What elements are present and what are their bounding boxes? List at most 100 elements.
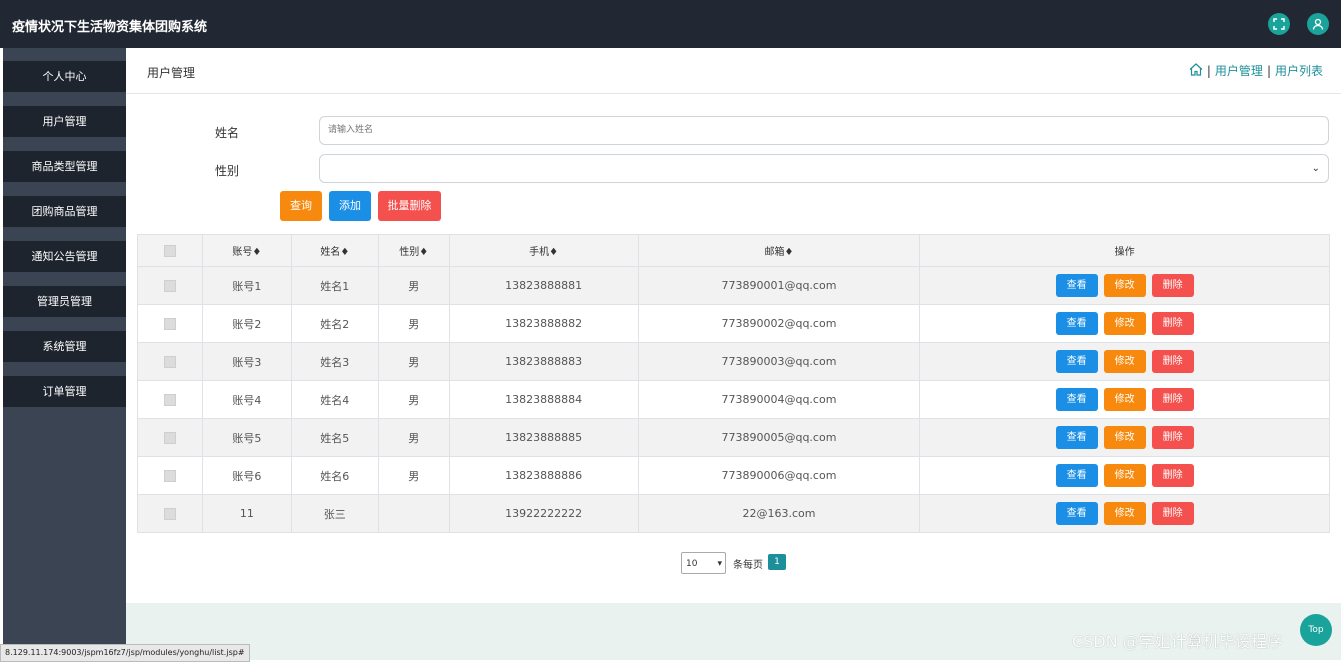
cell-gender: 男 <box>377 342 450 381</box>
view-button[interactable]: 查看 <box>1055 388 1098 411</box>
page-number-current[interactable]: 1 <box>768 554 786 570</box>
cell-phone: 13823888885 <box>448 418 639 457</box>
page-title: 用户管理 <box>147 66 196 80</box>
sidebar-item-system-management[interactable]: 系统管理 <box>3 331 126 362</box>
sort-icon: ♦ <box>549 247 559 258</box>
view-button[interactable]: 查看 <box>1055 502 1098 525</box>
cell-phone: 13823888884 <box>448 380 639 419</box>
view-button[interactable]: 查看 <box>1055 426 1098 449</box>
cell-phone: 13823888886 <box>448 456 639 495</box>
cell-gender: 男 <box>377 456 450 495</box>
header-gender[interactable]: 性别♦ <box>377 234 450 267</box>
fullscreen-icon[interactable] <box>1268 13 1290 35</box>
cell-phone: 13823888882 <box>448 304 639 343</box>
gender-select[interactable]: ⌄ <box>319 154 1329 183</box>
cell-email: 773890004@qq.com <box>637 380 921 419</box>
delete-button[interactable]: 删除 <box>1151 388 1194 411</box>
row-checkbox[interactable] <box>137 266 203 305</box>
cell-gender: 男 <box>377 380 450 419</box>
sidebar-item-order-management[interactable]: 订单管理 <box>3 376 126 407</box>
edit-button[interactable]: 修改 <box>1103 388 1146 411</box>
sidebar-item-admin-management[interactable]: 管理员管理 <box>3 286 126 317</box>
view-button[interactable]: 查看 <box>1055 464 1098 487</box>
table-row: 账号2 姓名2 男 13823888882 773890002@qq.com 查看 修改 删除 <box>137 304 1330 343</box>
sidebar-item-group-product-management[interactable]: 团购商品管理 <box>3 196 126 227</box>
edit-button[interactable]: 修改 <box>1103 274 1146 297</box>
header-account[interactable]: 账号♦ <box>201 234 292 267</box>
cell-actions: 查看 修改 删除 <box>919 418 1330 457</box>
table-header-row: 账号♦ 姓名♦ 性别♦ 手机♦ 邮箱♦ 操作 <box>137 234 1330 267</box>
cell-actions: 查看 修改 删除 <box>919 456 1330 495</box>
table-row: 账号1 姓名1 男 13823888881 773890001@qq.com 查看 修改 删除 <box>137 266 1330 305</box>
row-checkbox[interactable] <box>137 304 203 343</box>
user-icon[interactable] <box>1307 13 1329 35</box>
delete-button[interactable]: 删除 <box>1151 502 1194 525</box>
cell-actions: 查看 修改 删除 <box>919 266 1330 305</box>
row-checkbox[interactable] <box>137 418 203 457</box>
cell-actions: 查看 修改 删除 <box>919 494 1330 533</box>
page-size-select[interactable]: 10 ▾ <box>681 552 726 574</box>
sort-icon: ♦ <box>784 247 794 258</box>
row-checkbox[interactable] <box>137 456 203 495</box>
cell-email: 773890001@qq.com <box>637 266 921 305</box>
table-row: 账号5 姓名5 男 13823888885 773890005@qq.com 查看 修改 删除 <box>137 418 1330 457</box>
view-button[interactable]: 查看 <box>1055 274 1098 297</box>
delete-button[interactable]: 删除 <box>1151 312 1194 335</box>
edit-button[interactable]: 修改 <box>1103 312 1146 335</box>
delete-button[interactable]: 删除 <box>1151 350 1194 373</box>
delete-button[interactable]: 删除 <box>1151 274 1194 297</box>
cell-email: 773890006@qq.com <box>637 456 921 495</box>
cell-account: 11 <box>201 494 292 533</box>
cell-account: 账号3 <box>201 342 292 381</box>
cell-name: 姓名5 <box>290 418 379 457</box>
watermark: CSDN @学姐计算机毕设程序 <box>1072 632 1283 651</box>
table-row: 11 张三 13922222222 22@163.com 查看 修改 删除 <box>137 494 1330 533</box>
sidebar-item-product-type-management[interactable]: 商品类型管理 <box>3 151 126 182</box>
edit-button[interactable]: 修改 <box>1103 350 1146 373</box>
row-checkbox[interactable] <box>137 494 203 533</box>
row-checkbox[interactable] <box>137 342 203 381</box>
back-to-top-button[interactable]: Top <box>1300 614 1332 646</box>
delete-button[interactable]: 删除 <box>1151 426 1194 449</box>
sort-icon: ♦ <box>419 247 429 258</box>
per-page-label: 条每页 <box>733 560 763 571</box>
select-all-checkbox[interactable] <box>137 234 203 267</box>
cell-email: 773890002@qq.com <box>637 304 921 343</box>
view-button[interactable]: 查看 <box>1055 312 1098 335</box>
table-row: 账号6 姓名6 男 13823888886 773890006@qq.com 查看 修改 删除 <box>137 456 1330 495</box>
breadcrumb-user-management[interactable]: 用户管理 <box>1215 62 1263 79</box>
cell-gender: 男 <box>377 418 450 457</box>
cell-name: 姓名3 <box>290 342 379 381</box>
header-email[interactable]: 邮箱♦ <box>637 234 921 267</box>
batch-delete-button[interactable]: 批量删除 <box>378 191 441 221</box>
breadcrumb-user-list[interactable]: 用户列表 <box>1275 62 1323 79</box>
row-checkbox[interactable] <box>137 380 203 419</box>
chevron-down-icon: ▾ <box>717 559 722 569</box>
cell-email: 773890003@qq.com <box>637 342 921 381</box>
view-button[interactable]: 查看 <box>1055 350 1098 373</box>
query-button[interactable]: 查询 <box>280 191 322 221</box>
edit-button[interactable]: 修改 <box>1103 502 1146 525</box>
sort-icon: ♦ <box>340 247 350 258</box>
edit-button[interactable]: 修改 <box>1103 464 1146 487</box>
cell-account: 账号5 <box>201 418 292 457</box>
header-name[interactable]: 姓名♦ <box>290 234 379 267</box>
sidebar-item-personal-center[interactable]: 个人中心 <box>3 61 126 92</box>
add-button[interactable]: 添加 <box>329 191 371 221</box>
sidebar-item-notice-management[interactable]: 通知公告管理 <box>3 241 126 272</box>
delete-button[interactable]: 删除 <box>1151 464 1194 487</box>
table-row: 账号4 姓名4 男 13823888884 773890004@qq.com 查看 修改 删除 <box>137 380 1330 419</box>
cell-actions: 查看 修改 删除 <box>919 342 1330 381</box>
header-phone[interactable]: 手机♦ <box>448 234 639 267</box>
edit-button[interactable]: 修改 <box>1103 426 1146 449</box>
cell-email: 773890005@qq.com <box>637 418 921 457</box>
cell-name: 张三 <box>290 494 379 533</box>
cell-phone: 13823888883 <box>448 342 639 381</box>
cell-name: 姓名1 <box>290 266 379 305</box>
home-icon[interactable] <box>1189 62 1203 79</box>
page-size-value: 10 <box>686 559 698 569</box>
name-search-input[interactable]: 请输入姓名 <box>319 116 1329 145</box>
app-title: 疫情状况下生活物资集体团购系统 <box>12 20 208 35</box>
sidebar-item-user-management[interactable]: 用户管理 <box>3 106 126 137</box>
breadcrumb-separator: | <box>1266 63 1271 78</box>
